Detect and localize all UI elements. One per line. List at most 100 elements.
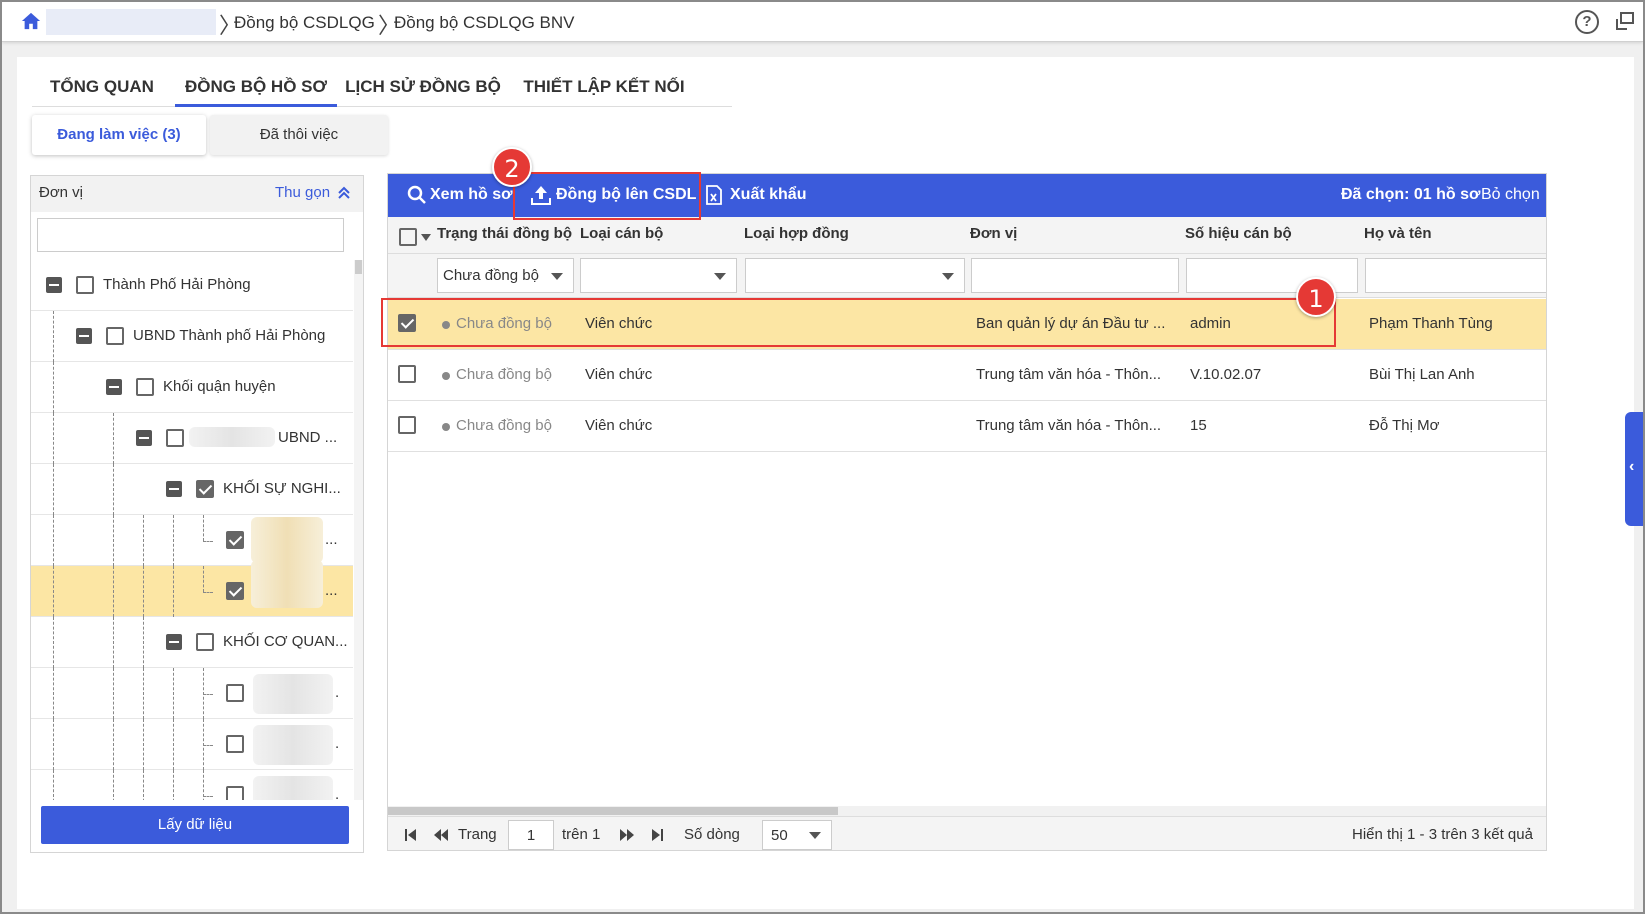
breadcrumb-item-sync[interactable]: Đồng bộ CSDLQG [234, 13, 375, 33]
tree-node[interactable]: Khối quận huyện [31, 362, 353, 413]
tree-node[interactable]: KHỐI SỰ NGHI... [31, 464, 353, 515]
tree-guide [113, 566, 114, 617]
excel-export-icon[interactable] [703, 184, 725, 206]
status-dot-icon [442, 423, 450, 431]
tab-overview[interactable]: TỔNG QUAN [32, 71, 172, 107]
tree-checkbox[interactable] [226, 684, 244, 702]
tree-checkbox[interactable] [226, 735, 244, 753]
unit-panel-title: Đơn vị [39, 184, 84, 201]
tree-node[interactable]: . [31, 770, 353, 800]
grid-horizontal-scrollbar[interactable] [388, 806, 1546, 816]
blurred-text [251, 560, 323, 608]
chevron-down-icon[interactable] [421, 234, 431, 241]
tree-guide [53, 464, 54, 515]
side-panel-toggle[interactable]: ‹ [1625, 412, 1643, 526]
breadcrumb-item-current: Đồng bộ CSDLQG BNV [394, 13, 575, 32]
tree-node-selected[interactable]: ... [31, 560, 353, 617]
tree-node[interactable]: UBND ... [31, 413, 353, 464]
contract-type-filter-select[interactable] [745, 258, 965, 293]
tree-guide [203, 745, 213, 746]
column-header-status[interactable]: Trạng thái đồng bộ [437, 225, 572, 242]
unit-filter-input[interactable] [971, 258, 1179, 293]
page-label: Trang [458, 826, 497, 843]
grid-scrollbar-thumb[interactable] [388, 807, 838, 815]
column-header-staff-type[interactable]: Loại cán bộ [580, 225, 663, 242]
tree-node[interactable]: . [31, 668, 353, 719]
column-header-staff-code[interactable]: Số hiệu cán bộ [1185, 225, 1292, 242]
tree-node[interactable]: KHỐI CƠ QUAN... [31, 617, 353, 668]
tab-connection-settings[interactable]: THIẾT LẬP KẾT NỐI [514, 71, 694, 107]
tree-node-label: Khối quận huyện [163, 378, 276, 395]
cell-unit: Trung tâm văn hóa - Thôn... [976, 417, 1162, 434]
fetch-data-button[interactable]: Lấy dữ liệu [41, 806, 349, 844]
collapse-node-icon[interactable] [166, 481, 182, 497]
tree-guide [143, 515, 144, 566]
tree-checkbox[interactable] [196, 480, 214, 498]
status-filter-select[interactable]: Chưa đồng bộ [437, 258, 574, 293]
export-button[interactable]: Xuất khẩu [730, 186, 806, 204]
tree-checkbox[interactable] [226, 786, 244, 800]
subtab-resigned[interactable]: Đã thôi việc [210, 115, 388, 155]
breadcrumb-root-blurred[interactable] [46, 9, 216, 35]
collapse-node-icon[interactable] [166, 634, 182, 650]
top-bar: 〉 Đồng bộ CSDLQG 〉 Đồng bộ CSDLQG BNV ? [2, 2, 1643, 42]
first-page-icon[interactable] [404, 829, 418, 841]
tree-checkbox[interactable] [226, 531, 244, 549]
table-row[interactable]: Chưa đồng bộ Viên chức Trung tâm văn hóa… [388, 350, 1546, 401]
chevron-left-icon: ‹ [1629, 458, 1635, 475]
deselect-button[interactable]: Bỏ chọn [1481, 186, 1540, 204]
unit-panel-header: Đơn vị Thu gọn [31, 176, 363, 212]
page-number-input[interactable]: 1 [508, 820, 554, 850]
tree-guide [203, 796, 213, 797]
blurred-text [253, 776, 333, 800]
tree-node[interactable]: . [31, 719, 353, 770]
dropdown-caret-icon [809, 832, 821, 839]
help-icon[interactable]: ? [1575, 10, 1599, 34]
collapse-node-icon[interactable] [46, 277, 62, 293]
view-profile-button[interactable]: Xem hồ sơ [430, 186, 513, 204]
tab-sync-history[interactable]: LỊCH SỬ ĐỒNG BỘ [344, 71, 502, 107]
cell-staff-code: 15 [1190, 417, 1207, 434]
tree-scrollbar[interactable] [354, 260, 363, 800]
tab-sync-profiles[interactable]: ĐỒNG BỘ HỒ SƠ [175, 71, 337, 107]
row-checkbox[interactable] [398, 365, 416, 383]
chevron-double-up-icon[interactable] [337, 186, 351, 200]
unit-search-input[interactable] [37, 218, 344, 252]
collapse-node-icon[interactable] [106, 379, 122, 395]
tree-checkbox[interactable] [106, 327, 124, 345]
tree-checkbox[interactable] [76, 276, 94, 294]
collapse-link[interactable]: Thu gọn [275, 184, 330, 201]
search-icon[interactable] [406, 184, 428, 206]
tree-guide [53, 770, 54, 800]
tree-checkbox[interactable] [166, 429, 184, 447]
tree-checkbox[interactable] [136, 378, 154, 396]
full-name-filter-input[interactable] [1365, 258, 1546, 293]
column-header-contract-type[interactable]: Loại hợp đồng [744, 225, 849, 242]
tree-checkbox[interactable] [226, 582, 244, 600]
row-checkbox[interactable] [398, 416, 416, 434]
collapse-node-icon[interactable] [136, 430, 152, 446]
tree-node-label: . [335, 684, 340, 701]
column-header-unit[interactable]: Đơn vị [970, 225, 1017, 242]
collapse-node-icon[interactable] [76, 328, 92, 344]
last-page-icon[interactable] [650, 829, 664, 841]
tree-node[interactable]: ... [31, 515, 353, 566]
tree-node[interactable]: Thành Phố Hải Phòng [31, 260, 353, 311]
window-switch-icon[interactable] [1614, 10, 1636, 32]
tree-checkbox[interactable] [196, 633, 214, 651]
cell-staff-type: Viên chức [585, 417, 653, 434]
table-row[interactable]: Chưa đồng bộ Viên chức Trung tâm văn hóa… [388, 401, 1546, 452]
tree-guide [173, 515, 174, 566]
next-page-icon[interactable] [620, 829, 634, 841]
select-all-checkbox[interactable] [399, 228, 417, 246]
home-icon[interactable] [20, 11, 42, 31]
tree-scrollbar-thumb[interactable] [355, 260, 362, 274]
subtab-working[interactable]: Đang làm việc (3) [32, 115, 206, 155]
column-header-full-name[interactable]: Họ và tên [1364, 225, 1432, 242]
rows-per-page-label: Số dòng [684, 826, 740, 843]
staff-type-filter-select[interactable] [580, 258, 737, 293]
tree-node[interactable]: UBND Thành phố Hải Phòng [31, 311, 353, 362]
rows-per-page-select[interactable]: 50 [762, 820, 832, 850]
previous-page-icon[interactable] [434, 829, 448, 841]
tree-node-label: . [335, 786, 340, 800]
